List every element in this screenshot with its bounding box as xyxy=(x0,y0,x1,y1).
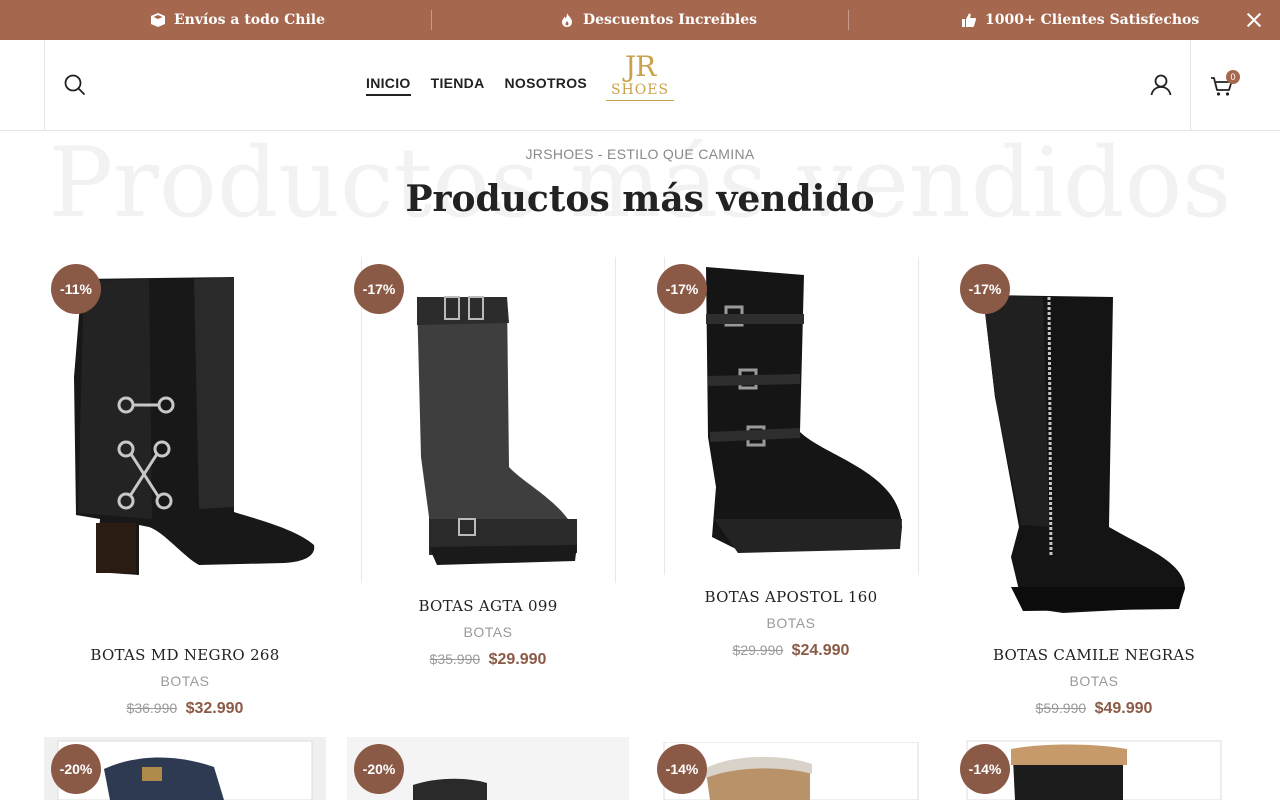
user-icon xyxy=(1150,74,1172,96)
announcement-bar: Envíos a todo Chile Descuentos Increíble… xyxy=(0,0,1280,40)
product-card[interactable]: -17% BOTAS AGTA 099 BOTAS $35.990 $29.99… xyxy=(347,257,629,677)
product-name[interactable]: BOTAS CAMILE NEGRAS xyxy=(953,646,1235,664)
product-category[interactable]: BOTAS xyxy=(650,615,932,631)
product-price: $59.990 $49.990 xyxy=(953,700,1235,718)
logo-shoes: SHOES xyxy=(606,82,674,101)
announcement-customers: 1000+ Clientes Satisfechos xyxy=(961,0,1199,40)
logo-jr: JR xyxy=(624,50,656,83)
sale-price: $49.990 xyxy=(1094,700,1153,717)
search-button[interactable] xyxy=(61,71,89,99)
nav-inicio[interactable]: INICIO xyxy=(366,75,411,96)
product-name[interactable]: BOTAS MD NEGRO 268 xyxy=(44,646,326,664)
cart-count-badge: 0 xyxy=(1226,70,1240,84)
product-card[interactable]: -11% BOTAS MD NEGRO 268 BOTAS $36.990 $3… xyxy=(44,257,326,727)
product-card[interactable]: -14% xyxy=(953,737,1235,800)
announcement-label: Envíos a todo Chile xyxy=(174,12,326,28)
product-price: $35.990 $29.990 xyxy=(347,651,629,669)
product-card[interactable]: -14% xyxy=(650,742,932,800)
nav-tienda[interactable]: TIENDA xyxy=(431,75,485,96)
discount-badge: -17% xyxy=(960,264,1010,314)
divider xyxy=(1190,40,1191,130)
logo[interactable]: JR SHOES xyxy=(606,52,674,101)
sale-price: $24.990 xyxy=(791,642,850,659)
section-title: Productos más vendido xyxy=(405,178,875,220)
divider xyxy=(44,40,45,130)
old-price: $59.990 xyxy=(1035,700,1087,716)
fire-icon xyxy=(562,13,572,27)
discount-badge: -20% xyxy=(51,744,101,794)
product-category[interactable]: BOTAS xyxy=(44,673,326,689)
product-name[interactable]: BOTAS APOSTOL 160 xyxy=(650,588,932,606)
discount-badge: -14% xyxy=(657,744,707,794)
nav-nosotros[interactable]: NOSOTROS xyxy=(505,75,588,96)
box-icon xyxy=(151,13,165,27)
section-eyebrow: JRSHOES - ESTILO QUE CAMINA xyxy=(525,146,755,162)
thumbs-up-icon xyxy=(962,13,977,27)
sale-price: $32.990 xyxy=(185,700,244,717)
product-card[interactable]: -17% BOTAS CAMILE NEGRAS BOTAS $59.990 $… xyxy=(953,257,1235,727)
old-price: $35.990 xyxy=(429,651,481,667)
discount-badge: -17% xyxy=(354,264,404,314)
main-nav: INICIO TIENDA NOSOTROS xyxy=(366,75,587,96)
product-card[interactable]: -20% xyxy=(347,737,629,800)
search-icon xyxy=(64,74,85,95)
divider xyxy=(848,10,849,30)
product-name[interactable]: BOTAS AGTA 099 xyxy=(347,597,629,615)
account-button[interactable] xyxy=(1147,71,1175,99)
discount-badge: -20% xyxy=(354,744,404,794)
product-card[interactable]: -20% xyxy=(44,737,326,800)
product-category[interactable]: BOTAS xyxy=(347,624,629,640)
product-price: $29.990 $24.990 xyxy=(650,642,932,660)
site-header: INICIO TIENDA NOSOTROS JR SHOES xyxy=(0,40,1280,131)
announcement-shipping: Envíos a todo Chile xyxy=(150,0,325,40)
discount-badge: -17% xyxy=(657,264,707,314)
divider xyxy=(431,10,432,30)
discount-badge: -11% xyxy=(51,264,101,314)
announcement-label: 1000+ Clientes Satisfechos xyxy=(985,12,1200,28)
announcement-label: Descuentos Increíbles xyxy=(583,12,758,28)
announcement-discounts: Descuentos Increíbles xyxy=(559,0,757,40)
sale-price: $29.990 xyxy=(488,651,547,668)
old-price: $36.990 xyxy=(126,700,178,716)
discount-badge: -14% xyxy=(960,744,1010,794)
old-price: $29.990 xyxy=(732,642,784,658)
product-category[interactable]: BOTAS xyxy=(953,673,1235,689)
product-price: $36.990 $32.990 xyxy=(44,700,326,718)
product-card[interactable]: -17% BOTAS APOSTOL 160 BOTAS $29.990 $24… xyxy=(650,257,932,667)
close-announcement-button[interactable] xyxy=(1244,10,1264,30)
